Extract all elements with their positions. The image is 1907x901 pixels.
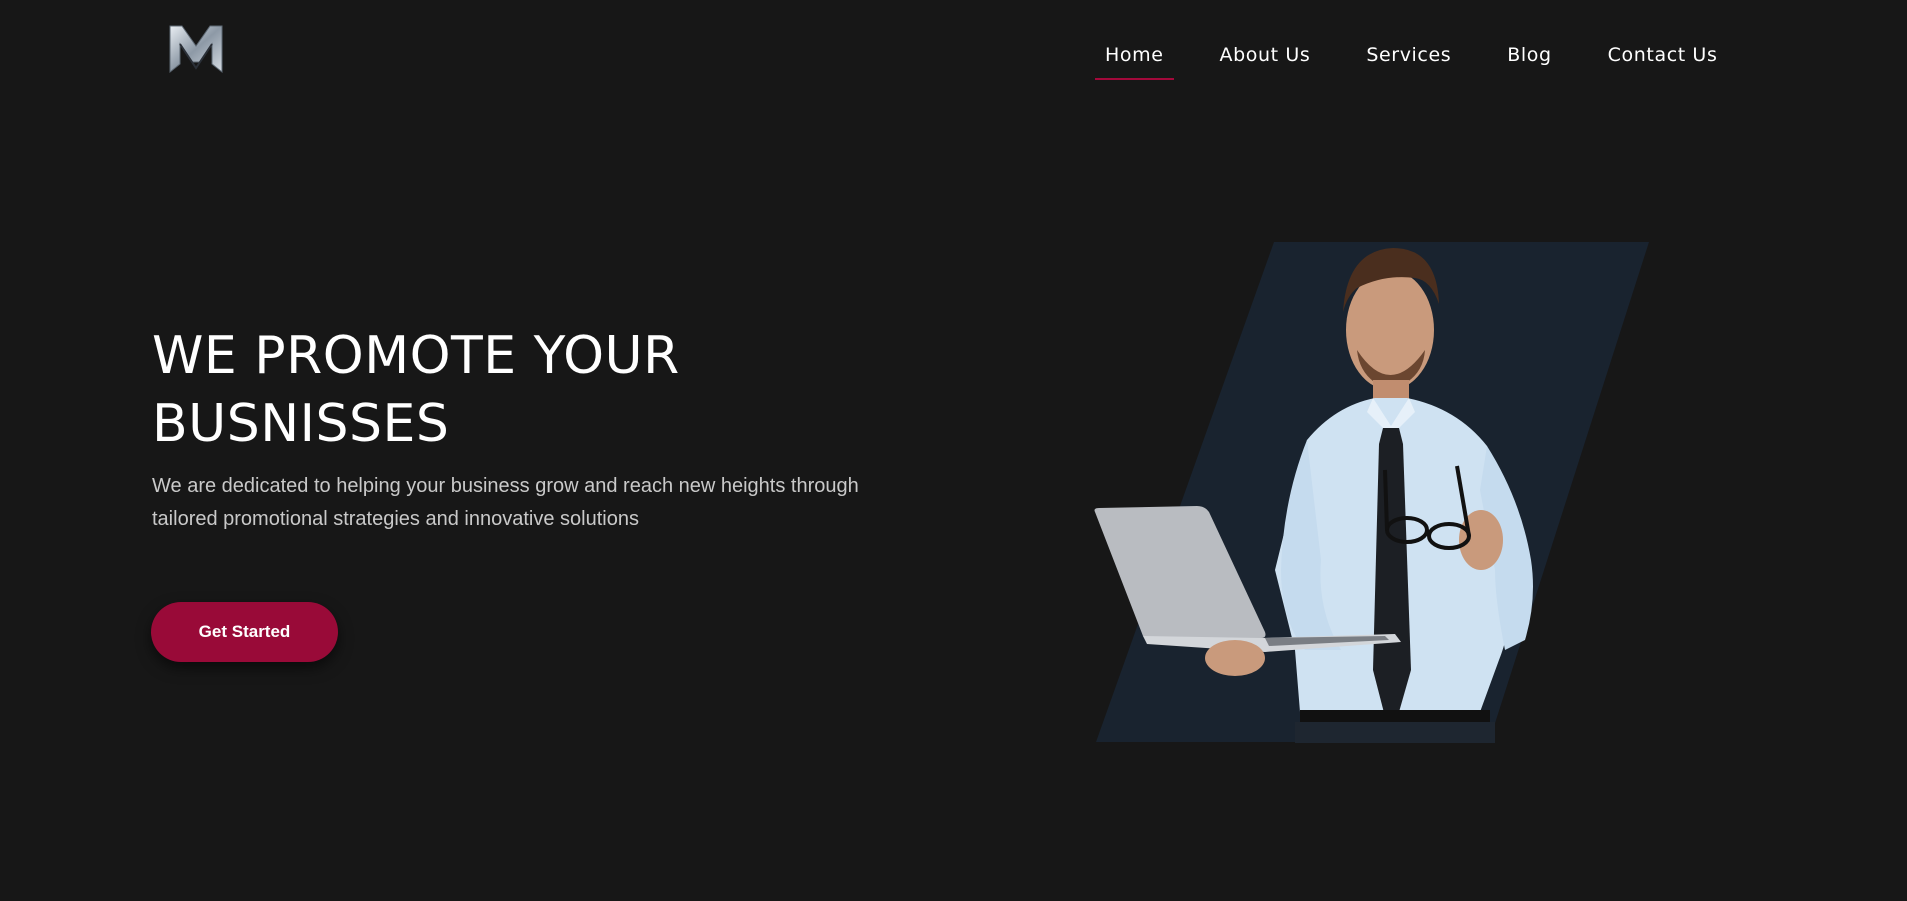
logo-icon[interactable] [166, 22, 226, 78]
nav-contact-us[interactable]: Contact Us [1598, 36, 1728, 80]
nav-about-us[interactable]: About Us [1210, 36, 1321, 80]
trousers [1295, 722, 1495, 743]
hero-subtitle-line-2: tailored promotional strategies and inno… [152, 508, 639, 530]
get-started-button[interactable]: Get Started [151, 602, 338, 662]
left-hand [1205, 640, 1265, 676]
hero-title-line-1: WE PROMOTE YOUR [152, 326, 680, 386]
hero-title-line-2: BUSNISSES [152, 394, 450, 454]
hero-title: WE PROMOTE YOUR BUSNISSES [152, 322, 872, 458]
head [1346, 270, 1434, 390]
belt [1300, 710, 1490, 722]
page: Home About Us Services Blog Contact Us W… [0, 0, 1907, 901]
nav-services[interactable]: Services [1356, 36, 1461, 80]
main-nav: Home About Us Services Blog Contact Us [1095, 36, 1727, 80]
businessman-illustration [1094, 242, 1649, 743]
nav-blog[interactable]: Blog [1497, 36, 1561, 80]
nav-home[interactable]: Home [1095, 36, 1174, 80]
hero-subtitle: We are dedicated to helping your busines… [152, 470, 932, 536]
hero-subtitle-line-1: We are dedicated to helping your busines… [152, 475, 859, 497]
